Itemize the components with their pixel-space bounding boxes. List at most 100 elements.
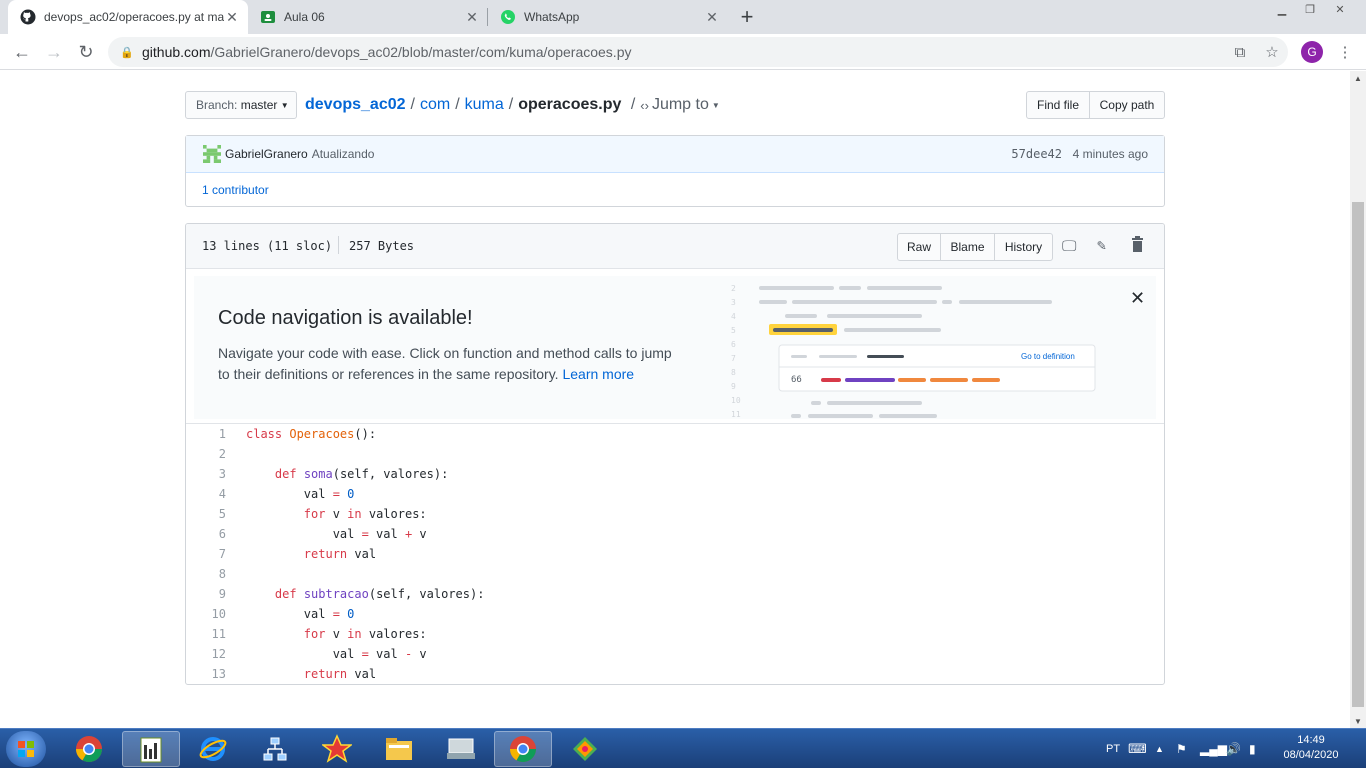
- code-line: 9 def subtracao(self, valores):: [186, 584, 1164, 604]
- tab-title: Aula 06: [284, 10, 325, 24]
- blame-button[interactable]: Blame: [940, 233, 995, 261]
- notepad-icon[interactable]: [122, 731, 180, 767]
- code-token: in: [347, 627, 362, 641]
- chrome-icon[interactable]: [60, 731, 118, 767]
- jump-to-menu[interactable]: ‹› Jump to ▼: [640, 96, 720, 114]
- line-number[interactable]: 6: [186, 527, 226, 541]
- illus-line-number: 8: [731, 368, 736, 377]
- divider: [338, 236, 339, 254]
- profile-avatar[interactable]: G: [1301, 41, 1323, 63]
- line-number[interactable]: 7: [186, 547, 226, 561]
- star-icon[interactable]: ☆: [1263, 43, 1281, 61]
- breadcrumb-kuma[interactable]: kuma: [465, 96, 504, 114]
- volume-icon[interactable]: 🔊: [1226, 729, 1241, 769]
- line-number[interactable]: 4: [186, 487, 226, 501]
- action-center-icon[interactable]: ⚑: [1176, 729, 1187, 769]
- tab-github[interactable]: devops_ac02/operacoes.py at ma ✕: [8, 0, 248, 34]
- start-button[interactable]: [6, 731, 46, 767]
- restore-icon[interactable]: ❐: [1296, 0, 1324, 18]
- breadcrumb-separator: /: [455, 96, 460, 113]
- explorer-icon[interactable]: [370, 731, 428, 767]
- code-token: valores:: [361, 507, 427, 521]
- page-scrollbar[interactable]: ▲ ▼: [1350, 71, 1366, 728]
- language-indicator[interactable]: PT: [1106, 729, 1120, 769]
- scroll-down-icon[interactable]: ▼: [1350, 714, 1366, 728]
- file-lines: 13 lines (11 sloc): [202, 239, 333, 253]
- network-icon[interactable]: [246, 731, 304, 767]
- close-icon[interactable]: ✕: [1130, 288, 1145, 309]
- line-number[interactable]: 11: [186, 627, 226, 641]
- power-icon[interactable]: ▮: [1249, 729, 1256, 769]
- close-tab-icon[interactable]: ✕: [464, 9, 480, 25]
- line-number[interactable]: 3: [186, 467, 226, 481]
- line-content: class Operacoes():: [226, 427, 376, 441]
- close-tab-icon[interactable]: ✕: [224, 9, 240, 25]
- desktop-icon[interactable]: 🖵: [1062, 237, 1076, 255]
- code-token: val: [246, 647, 362, 661]
- code-token: val: [347, 667, 377, 681]
- file-box: 13 lines (11 sloc) 257 Bytes Raw Blame H…: [185, 223, 1165, 685]
- menu-icon[interactable]: ⋮: [1336, 43, 1354, 61]
- illus-line-number: 9: [731, 382, 736, 391]
- history-button[interactable]: History: [994, 233, 1053, 261]
- find-file-button[interactable]: Find file: [1026, 91, 1090, 119]
- back-icon[interactable]: ←: [10, 40, 34, 64]
- browser-toolbar: ← → ↻ 🔒 github.com/GabrielGranero/devops…: [0, 34, 1366, 70]
- breadcrumb-repo[interactable]: devops_ac02: [305, 96, 406, 114]
- line-number[interactable]: 2: [186, 447, 226, 461]
- line-number[interactable]: 13: [186, 667, 226, 681]
- signal-icon[interactable]: ▂▄▆: [1200, 729, 1227, 769]
- ie-icon[interactable]: [184, 731, 242, 767]
- pencil-icon[interactable]: ✎: [1097, 236, 1106, 254]
- line-number[interactable]: 10: [186, 607, 226, 621]
- minimize-icon[interactable]: ▁: [1268, 0, 1296, 18]
- code-token: class: [246, 427, 290, 441]
- chrome-active-icon[interactable]: [494, 731, 552, 767]
- line-number[interactable]: 9: [186, 587, 226, 601]
- line-number[interactable]: 8: [186, 567, 226, 581]
- code-token: Operacoes: [289, 427, 355, 441]
- new-tab-icon[interactable]: +: [734, 4, 760, 30]
- paint-icon[interactable]: [556, 731, 614, 767]
- line-number[interactable]: 12: [186, 647, 226, 661]
- tab-whatsapp[interactable]: WhatsApp ✕: [488, 0, 728, 34]
- reload-icon[interactable]: ↻: [74, 40, 98, 64]
- address-bar[interactable]: 🔒 github.com/GabrielGranero/devops_ac02/…: [108, 37, 1288, 67]
- star-app-icon[interactable]: [308, 731, 366, 767]
- code-token: return: [303, 547, 348, 561]
- raw-button[interactable]: Raw: [897, 233, 941, 261]
- learn-more-link[interactable]: Learn more: [562, 366, 634, 382]
- trash-icon[interactable]: [1131, 236, 1144, 252]
- code-view: 1 class Operacoes(): 2 3 def soma(self, val…: [186, 424, 1164, 684]
- contributors-link[interactable]: 1 contributor: [186, 173, 1164, 206]
- file-size: 257 Bytes: [349, 239, 415, 253]
- code-token: val: [347, 547, 377, 561]
- commit-sha[interactable]: 57dee42: [1011, 147, 1062, 161]
- close-tab-icon[interactable]: ✕: [704, 9, 720, 25]
- breadcrumb-com[interactable]: com: [420, 96, 450, 114]
- show-hidden-icons[interactable]: ▲: [1155, 729, 1164, 769]
- code-line: 7 return val: [186, 544, 1164, 564]
- code-token: =: [332, 487, 340, 501]
- line-number[interactable]: 1: [186, 427, 226, 441]
- commit-message[interactable]: Atualizando: [312, 147, 375, 161]
- code-token: v: [412, 647, 427, 661]
- keyboard-icon[interactable]: ⌨: [1128, 729, 1147, 769]
- forward-icon[interactable]: →: [42, 40, 66, 64]
- code-token: (self, valores):: [332, 467, 449, 481]
- avatar[interactable]: [203, 145, 221, 163]
- scrollbar-thumb[interactable]: [1352, 202, 1364, 707]
- translate-icon[interactable]: ⧉: [1231, 43, 1249, 61]
- clock[interactable]: 14:49 08/04/2020: [1276, 733, 1346, 763]
- scroll-up-icon[interactable]: ▲: [1350, 71, 1366, 85]
- keyboard-app-icon[interactable]: [432, 731, 490, 767]
- line-number[interactable]: 5: [186, 507, 226, 521]
- copy-path-button[interactable]: Copy path: [1089, 91, 1165, 119]
- tab-aula[interactable]: Aula 06 ✕: [248, 0, 488, 34]
- line-content: val = val + v: [226, 527, 427, 541]
- branch-select[interactable]: Branch: master ▼: [185, 91, 297, 119]
- close-window-icon[interactable]: ✕: [1326, 0, 1354, 18]
- code-token: in: [347, 507, 362, 521]
- commit-author[interactable]: GabrielGranero: [225, 147, 308, 161]
